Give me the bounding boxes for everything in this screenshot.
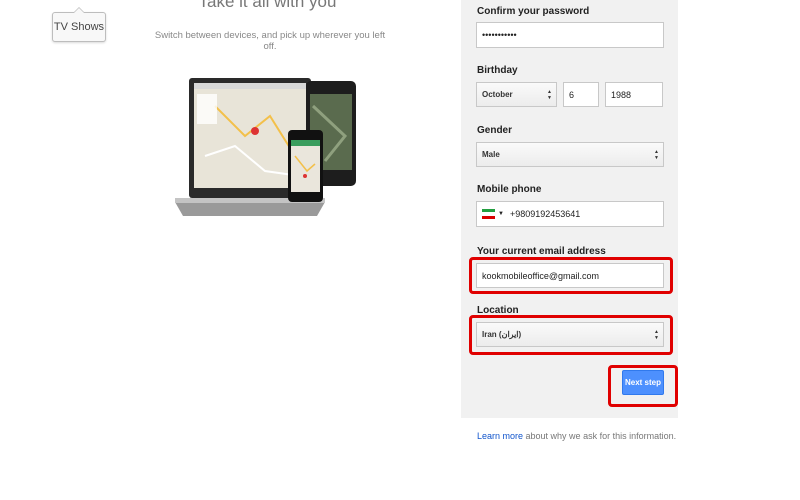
promo-title: Take it all with you	[198, 0, 337, 11]
confirm-password-value: •••••••••••	[482, 30, 517, 40]
devices-illustration	[175, 78, 356, 216]
gender-value: Male	[482, 150, 500, 159]
birthday-month-select[interactable]: October ▲ ▼	[476, 82, 557, 107]
mobile-phone-label: Mobile phone	[477, 184, 542, 195]
promo-subtitle: Switch between devices, and pick up wher…	[154, 30, 386, 52]
mobile-phone-input[interactable]: ▼ +9809192453641	[476, 201, 664, 227]
birthday-day-input[interactable]: 6	[563, 82, 599, 107]
confirm-password-label: Confirm your password	[477, 6, 590, 17]
confirm-password-input[interactable]: •••••••••••	[476, 22, 664, 48]
birthday-year-value: 1988	[611, 89, 632, 100]
email-label: Your current email address	[477, 246, 606, 257]
learn-more-link[interactable]: Learn more	[477, 431, 523, 441]
birthday-year-input[interactable]: 1988	[605, 82, 663, 107]
next-step-highlight-box	[608, 365, 678, 407]
tv-shows-tooltip: TV Shows	[52, 7, 106, 42]
country-dropdown-icon[interactable]: ▼	[498, 211, 504, 217]
birthday-day-value: 6	[569, 89, 575, 100]
location-highlight-box	[469, 315, 673, 355]
select-arrows-icon: ▲ ▼	[654, 148, 659, 161]
gender-select[interactable]: Male ▲ ▼	[476, 142, 664, 167]
birthday-label: Birthday	[477, 65, 518, 76]
iran-flag-icon[interactable]	[482, 209, 495, 219]
mobile-phone-value: +9809192453641	[509, 209, 581, 219]
footer-text: about why we ask for this information.	[523, 431, 677, 441]
gender-label: Gender	[477, 125, 513, 136]
birthday-month-value: October	[482, 90, 513, 99]
email-highlight-box	[469, 257, 673, 294]
select-arrows-icon: ▲ ▼	[547, 88, 552, 101]
footer-note: Learn more about why we ask for this inf…	[477, 431, 676, 441]
tooltip-label: TV Shows	[53, 21, 105, 33]
